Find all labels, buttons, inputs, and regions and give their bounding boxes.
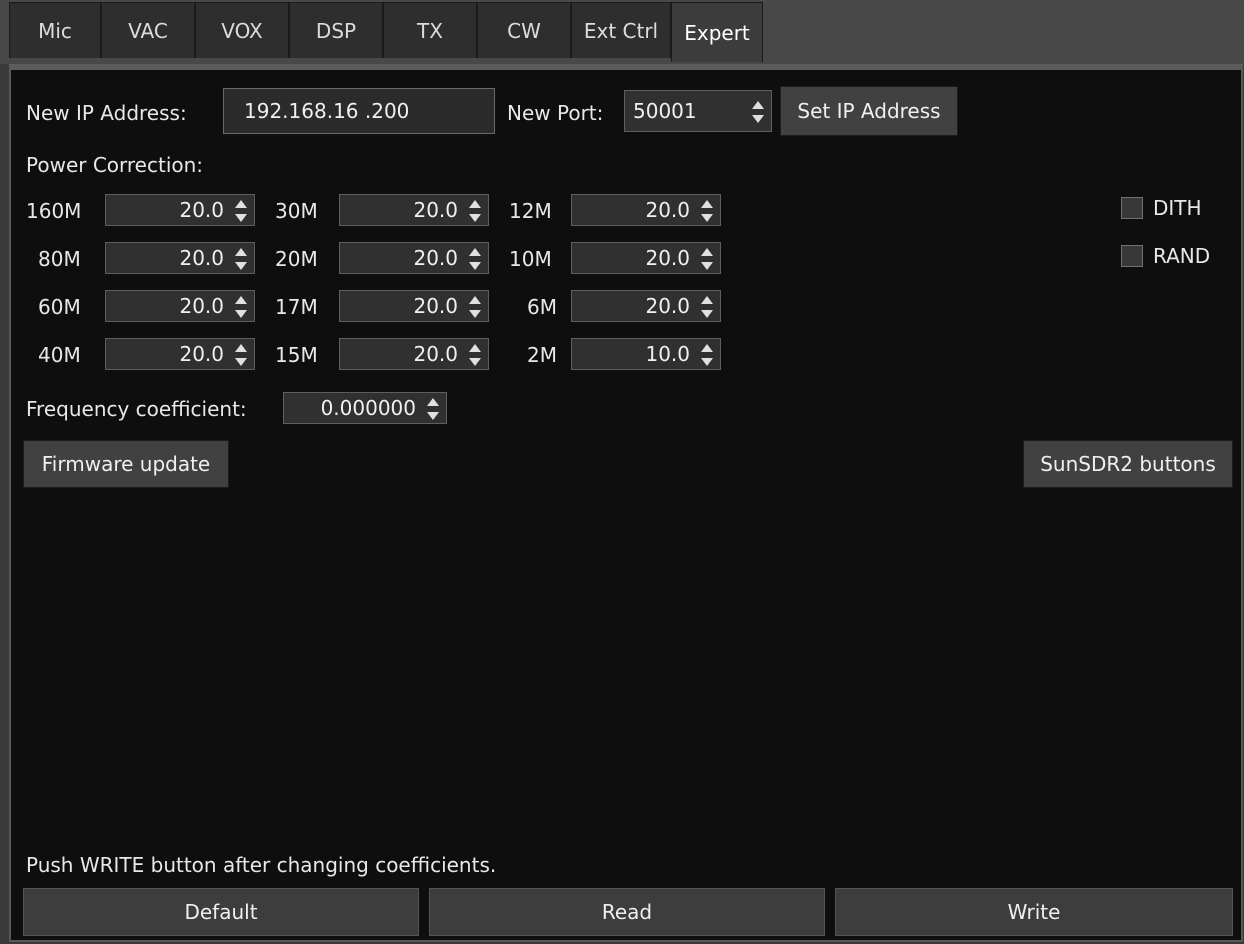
new-port-label: New Port: [507, 101, 604, 125]
power-spinbox-6m[interactable]: 20.0 [571, 290, 721, 322]
rand-label: RAND [1153, 244, 1211, 268]
power-value: 20.0 [179, 342, 224, 366]
frequency-coefficient-spinbox[interactable]: 0.000000 [283, 392, 447, 424]
band-label: 10M [509, 247, 552, 271]
default-button[interactable]: Default [23, 888, 419, 936]
tab-list: Mic VAC VOX DSP TX CW Ext Ctrl Expert [9, 2, 763, 62]
spin-arrows-icon[interactable] [234, 343, 248, 367]
new-port-value: 50001 [633, 99, 697, 123]
spin-arrows-icon[interactable] [234, 247, 248, 271]
spin-arrows-icon[interactable] [426, 397, 440, 421]
checkbox-box[interactable] [1121, 197, 1143, 219]
power-value: 20.0 [179, 246, 224, 270]
expert-panel: New IP Address: 192.168.16 .200 New Port… [9, 64, 1243, 942]
band-label: 80M [38, 247, 81, 271]
tab-ext-ctrl[interactable]: Ext Ctrl [571, 2, 671, 58]
power-value: 10.0 [645, 342, 690, 366]
power-spinbox-60m[interactable]: 20.0 [105, 290, 255, 322]
power-spinbox-12m[interactable]: 20.0 [571, 194, 721, 226]
spin-arrows-icon[interactable] [468, 343, 482, 367]
power-spinbox-17m[interactable]: 20.0 [339, 290, 489, 322]
set-ip-address-button[interactable]: Set IP Address [780, 86, 958, 136]
band-label: 6M [527, 295, 557, 319]
power-spinbox-30m[interactable]: 20.0 [339, 194, 489, 226]
write-hint-text: Push WRITE button after changing coeffic… [26, 853, 497, 877]
dith-label: DITH [1153, 196, 1202, 220]
checkbox-box[interactable] [1121, 245, 1143, 267]
band-label: 17M [275, 295, 318, 319]
firmware-update-button[interactable]: Firmware update [23, 440, 229, 488]
band-label: 15M [275, 343, 318, 367]
new-ip-input[interactable]: 192.168.16 .200 [223, 88, 495, 134]
power-spinbox-40m[interactable]: 20.0 [105, 338, 255, 370]
power-value: 20.0 [179, 198, 224, 222]
power-spinbox-80m[interactable]: 20.0 [105, 242, 255, 274]
power-correction-title: Power Correction: [26, 153, 204, 177]
spin-arrows-icon[interactable] [234, 199, 248, 223]
band-label: 160M [26, 199, 82, 223]
power-spinbox-160m[interactable]: 20.0 [105, 194, 255, 226]
power-value: 20.0 [413, 294, 458, 318]
tab-cw[interactable]: CW [477, 2, 571, 58]
power-value: 20.0 [413, 246, 458, 270]
read-button[interactable]: Read [429, 888, 825, 936]
power-spinbox-20m[interactable]: 20.0 [339, 242, 489, 274]
write-button[interactable]: Write [835, 888, 1233, 936]
frequency-coefficient-value: 0.000000 [320, 396, 416, 420]
spin-arrows-icon[interactable] [700, 247, 714, 271]
power-spinbox-15m[interactable]: 20.0 [339, 338, 489, 370]
frequency-coefficient-label: Frequency coefficient: [26, 397, 247, 421]
power-spinbox-10m[interactable]: 20.0 [571, 242, 721, 274]
tab-vac[interactable]: VAC [101, 2, 195, 58]
band-label: 12M [509, 199, 552, 223]
spin-arrows-icon[interactable] [234, 295, 248, 319]
band-label: 20M [275, 247, 318, 271]
power-value: 20.0 [179, 294, 224, 318]
tab-tx[interactable]: TX [383, 2, 477, 58]
spin-arrows-icon[interactable] [468, 247, 482, 271]
dith-checkbox[interactable]: DITH [1121, 196, 1202, 220]
spin-arrows-icon[interactable] [700, 343, 714, 367]
new-ip-value: 192.168.16 .200 [244, 99, 410, 123]
tab-mic[interactable]: Mic [9, 2, 101, 58]
spin-arrows-icon[interactable] [700, 295, 714, 319]
tab-expert[interactable]: Expert [671, 2, 763, 62]
band-label: 30M [275, 199, 318, 223]
tab-vox[interactable]: VOX [195, 2, 289, 58]
band-label: 2M [527, 343, 557, 367]
band-label: 60M [38, 295, 81, 319]
spin-arrows-icon[interactable] [751, 100, 765, 124]
new-ip-label: New IP Address: [26, 101, 187, 125]
spin-arrows-icon[interactable] [700, 199, 714, 223]
power-value: 20.0 [413, 342, 458, 366]
spin-arrows-icon[interactable] [468, 199, 482, 223]
tab-bar: Mic VAC VOX DSP TX CW Ext Ctrl Expert [0, 0, 1244, 64]
new-port-spinbox[interactable]: 50001 [624, 90, 772, 132]
band-label: 40M [38, 343, 81, 367]
sunsdr2-buttons-button[interactable]: SunSDR2 buttons [1023, 440, 1233, 488]
spin-arrows-icon[interactable] [468, 295, 482, 319]
power-value: 20.0 [645, 198, 690, 222]
tab-dsp[interactable]: DSP [289, 2, 383, 58]
power-value: 20.0 [645, 294, 690, 318]
power-value: 20.0 [413, 198, 458, 222]
rand-checkbox[interactable]: RAND [1121, 244, 1210, 268]
power-value: 20.0 [645, 246, 690, 270]
power-spinbox-2m[interactable]: 10.0 [571, 338, 721, 370]
